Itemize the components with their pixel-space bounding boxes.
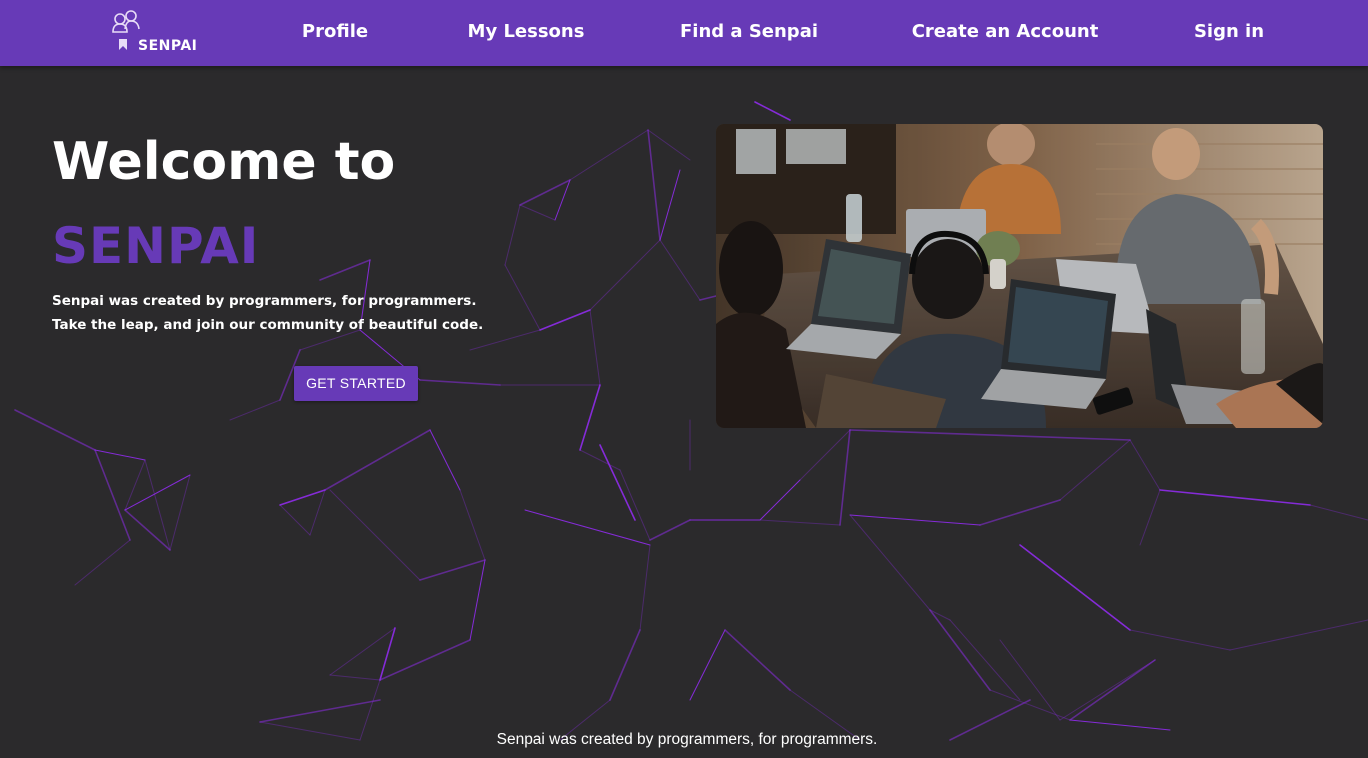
network-line bbox=[519, 204, 556, 221]
network-line bbox=[849, 514, 981, 526]
network-line bbox=[504, 204, 521, 266]
network-line bbox=[589, 239, 661, 311]
network-line bbox=[759, 519, 841, 526]
network-line bbox=[599, 444, 636, 521]
nav-link-my-lessons[interactable]: My Lessons bbox=[468, 19, 585, 45]
network-line bbox=[609, 629, 641, 701]
hero-photo bbox=[716, 124, 1323, 428]
network-line bbox=[949, 619, 1021, 701]
hero-tagline: Senpai was created by programmers, for p… bbox=[52, 289, 532, 337]
page: SENPAI Profile My Lessons Find a Senpai … bbox=[0, 0, 1368, 758]
network-line bbox=[1129, 629, 1231, 651]
network-line bbox=[849, 429, 1131, 441]
network-line bbox=[1069, 659, 1156, 721]
network-line bbox=[799, 429, 851, 481]
network-line bbox=[1019, 544, 1131, 631]
network-line bbox=[259, 699, 381, 723]
network-line bbox=[1059, 659, 1156, 721]
network-line bbox=[1309, 504, 1368, 521]
network-line bbox=[94, 449, 131, 541]
hero-tagline-line-1: Senpai was created by programmers, for p… bbox=[52, 293, 477, 309]
network-line bbox=[379, 639, 471, 681]
network-line bbox=[419, 379, 501, 386]
network-line bbox=[989, 689, 1071, 721]
network-line bbox=[124, 459, 146, 511]
team-working-photo bbox=[716, 124, 1323, 428]
network-line bbox=[124, 509, 171, 551]
network-line bbox=[229, 399, 281, 421]
hero-brand-name: SENPAI bbox=[52, 217, 260, 275]
network-line bbox=[1159, 489, 1311, 506]
network-line bbox=[379, 627, 396, 681]
network-line bbox=[144, 459, 171, 551]
nav-link-profile[interactable]: Profile bbox=[302, 19, 368, 45]
network-line bbox=[999, 639, 1061, 721]
network-line bbox=[94, 449, 146, 461]
network-line bbox=[1059, 439, 1131, 501]
network-line bbox=[169, 474, 191, 551]
network-line bbox=[329, 674, 381, 681]
network-line bbox=[579, 384, 601, 451]
network-line bbox=[639, 544, 651, 631]
network-line bbox=[1129, 439, 1161, 491]
network-line bbox=[469, 559, 486, 641]
network-line bbox=[589, 309, 601, 386]
network-line bbox=[619, 469, 651, 541]
nav-link-sign-in[interactable]: Sign in bbox=[1194, 19, 1264, 45]
network-line bbox=[929, 609, 991, 691]
network-line bbox=[649, 519, 691, 541]
network-line bbox=[979, 499, 1061, 526]
nav-link-create-account[interactable]: Create an Account bbox=[912, 19, 1099, 45]
network-line bbox=[849, 514, 931, 611]
hero-tagline-line-2: Take the leap, and join our community of… bbox=[52, 317, 484, 333]
network-line bbox=[539, 309, 591, 331]
get-started-button[interactable]: GET STARTED bbox=[294, 366, 418, 401]
network-line bbox=[329, 627, 396, 676]
hero-heading: Welcome to bbox=[52, 132, 396, 192]
top-navbar: SENPAI Profile My Lessons Find a Senpai … bbox=[0, 0, 1368, 66]
footer-text: Senpai was created by programmers, for p… bbox=[496, 731, 878, 748]
network-line bbox=[279, 489, 326, 506]
network-line bbox=[724, 629, 791, 691]
nav-link-find-a-senpai[interactable]: Find a Senpai bbox=[680, 19, 818, 45]
network-line bbox=[419, 559, 486, 581]
logo-text: SENPAI bbox=[138, 38, 198, 54]
network-line bbox=[1229, 619, 1368, 651]
network-line bbox=[74, 539, 131, 586]
senpai-logo[interactable]: SENPAI bbox=[112, 8, 200, 56]
network-line bbox=[329, 489, 421, 581]
network-line bbox=[569, 129, 649, 181]
network-line bbox=[524, 509, 651, 546]
network-line bbox=[647, 129, 661, 241]
network-line bbox=[659, 169, 681, 241]
network-line bbox=[309, 489, 326, 536]
network-line bbox=[647, 129, 691, 161]
network-line bbox=[429, 429, 461, 491]
network-line bbox=[689, 629, 726, 701]
network-line bbox=[659, 239, 701, 301]
network-line bbox=[459, 489, 486, 561]
network-line bbox=[754, 101, 791, 121]
network-line bbox=[579, 449, 621, 471]
network-line bbox=[319, 259, 371, 281]
network-line bbox=[1139, 489, 1161, 546]
network-line bbox=[279, 504, 311, 536]
network-line bbox=[14, 409, 96, 451]
network-line bbox=[839, 429, 851, 526]
network-line bbox=[759, 479, 801, 521]
network-line bbox=[324, 429, 431, 491]
